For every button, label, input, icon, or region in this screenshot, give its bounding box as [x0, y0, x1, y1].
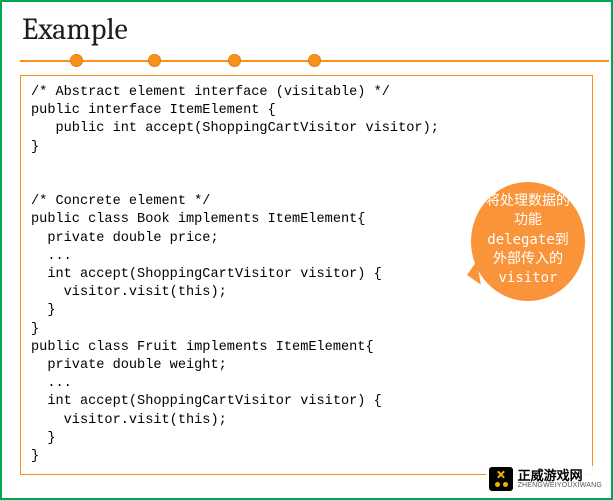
callout-line: visitor [477, 269, 579, 288]
ruler-dot [148, 54, 161, 67]
watermark-subtext: ZHENGWEIYOUXIWANG [518, 482, 602, 489]
callout-line: delegate到 [477, 231, 579, 250]
ruler-dot [228, 54, 241, 67]
annotation-bubble: 将处理数据的 功能 delegate到 外部传入的 visitor [471, 182, 585, 301]
ruler [20, 53, 609, 69]
callout-line: 将处理数据的 [477, 192, 579, 211]
callout-line: 外部传入的 [477, 250, 579, 269]
watermark-text: 正威游戏网 [518, 469, 602, 482]
watermark: 正威游戏网 ZHENGWEIYOUXIWANG [486, 466, 605, 492]
ruler-dot [308, 54, 321, 67]
gamepad-icon [489, 467, 513, 491]
slide-title: Example [22, 12, 593, 47]
callout-line: 功能 [477, 211, 579, 230]
ruler-dot [70, 54, 83, 67]
